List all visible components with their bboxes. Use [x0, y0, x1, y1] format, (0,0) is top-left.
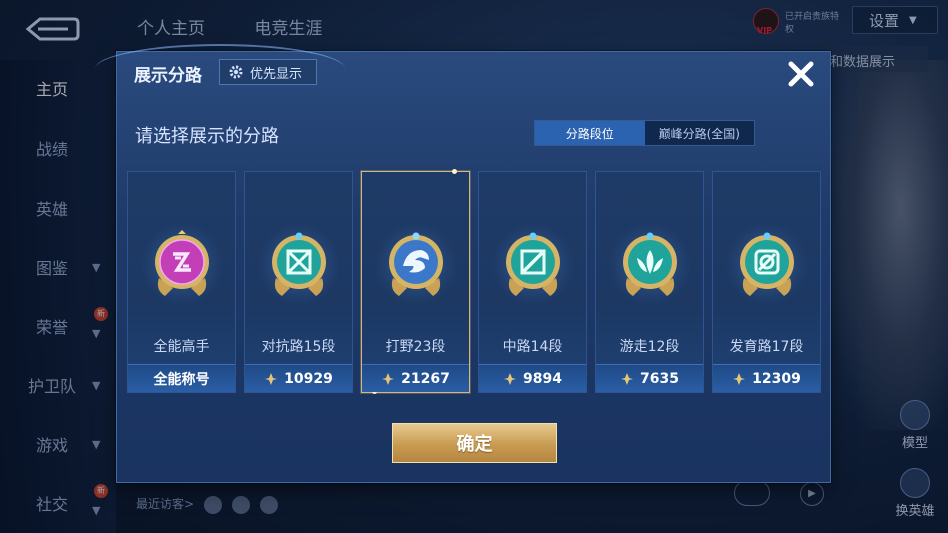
dialog-title: 展示分路 — [134, 66, 202, 86]
lane-score-bar: 7635 — [596, 364, 703, 392]
lane-name: 游走12段 — [619, 339, 680, 355]
lane-score: 21267 — [401, 370, 450, 387]
lane-display-dialog: 展示分路 优先显示 请选择展示的分路 分路段位 巅峰分路(全国) 全能高手 全能… — [95, 44, 831, 483]
lane-score-bar: 全能称号 — [128, 364, 235, 392]
lane-score-bar: 10929 — [245, 364, 352, 392]
power-icon — [733, 372, 746, 385]
power-icon — [265, 372, 278, 385]
lane-card-clash[interactable]: 对抗路15段 10929 — [244, 171, 353, 393]
lane-name: 全能高手 — [153, 339, 210, 355]
farm-lane-emblem-icon — [740, 232, 794, 296]
lane-name: 打野23段 — [385, 339, 446, 355]
lane-score: 10929 — [284, 370, 333, 387]
lane-card-jungle[interactable]: 打野23段 21267 — [361, 169, 470, 394]
dialog-subtitle: 请选择展示的分路 — [135, 126, 279, 147]
priority-display-button[interactable]: 优先显示 — [219, 59, 317, 85]
selection-corner — [452, 169, 457, 174]
confirm-label: 确定 — [456, 434, 493, 455]
lane-score-bar: 21267 — [362, 364, 469, 392]
confirm-button[interactable]: 确定 — [392, 423, 557, 463]
clash-lane-emblem-icon — [272, 232, 326, 296]
lane-score: 12309 — [752, 370, 801, 387]
lane-score: 全能称号 — [153, 371, 210, 388]
mid-lane-emblem-icon — [506, 232, 560, 296]
priority-label: 优先显示 — [250, 66, 303, 82]
lane-mode-toggle: 分路段位 巅峰分路(全国) — [534, 120, 755, 146]
lane-card-mid[interactable]: 中路14段 9894 — [478, 171, 587, 393]
close-icon[interactable] — [785, 58, 817, 90]
power-icon — [382, 372, 395, 385]
lane-score: 7635 — [640, 370, 679, 387]
lane-name: 中路14段 — [502, 339, 563, 355]
jungle-emblem-icon — [389, 232, 443, 296]
tab-lane-rank[interactable]: 分路段位 — [535, 121, 645, 145]
lane-card-roam[interactable]: 游走12段 7635 — [595, 171, 704, 393]
allround-emblem-icon — [155, 230, 209, 296]
gear-icon — [229, 65, 243, 79]
tab-peak-lane[interactable]: 巅峰分路(全国) — [645, 121, 755, 145]
lane-name: 发育路17段 — [729, 339, 804, 355]
lane-score-bar: 9894 — [479, 364, 586, 392]
lane-card-allround[interactable]: 全能高手 全能称号 — [127, 171, 236, 393]
roam-emblem-icon — [623, 232, 677, 296]
power-icon — [621, 372, 634, 385]
lane-score-bar: 12309 — [713, 364, 820, 392]
power-icon — [504, 372, 517, 385]
lane-card-farm[interactable]: 发育路17段 12309 — [712, 171, 821, 393]
lane-name: 对抗路15段 — [261, 339, 336, 355]
lane-score: 9894 — [523, 370, 562, 387]
